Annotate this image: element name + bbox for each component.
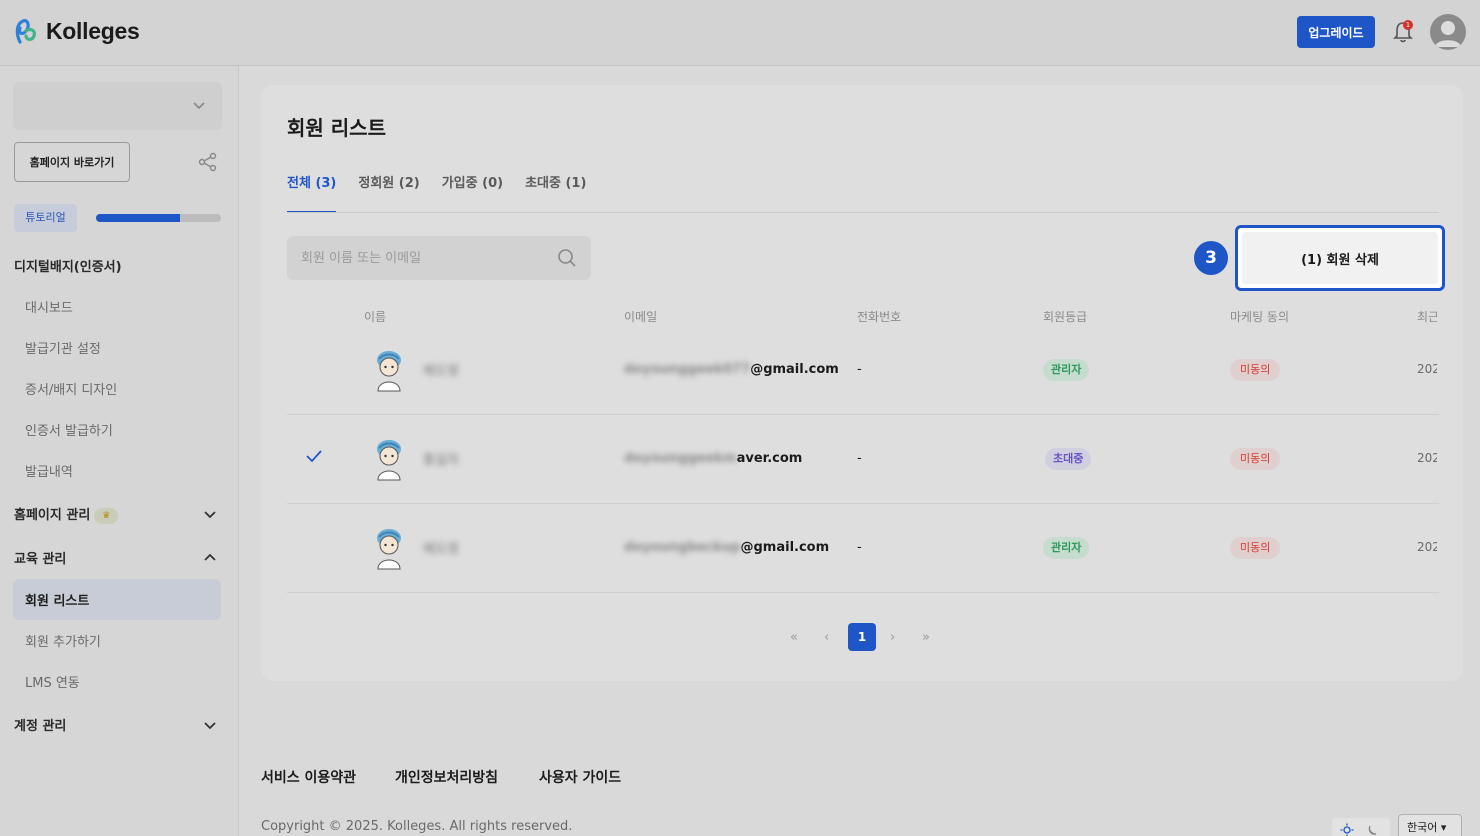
member-name: 배도영 [423,364,459,379]
checkmark-icon[interactable] [306,449,322,463]
column-header-role[interactable]: 회원등급 [1043,308,1087,325]
app-logo[interactable]: Kolleges [14,16,140,46]
tutorial-progress-bar [96,214,221,222]
chevron-down-icon[interactable] [202,506,218,522]
nav-section-homepage[interactable]: 홈페이지 관리 ♛ [14,504,119,524]
recent-date: 202 [1417,362,1437,376]
search-icon[interactable] [557,248,577,268]
nav-item-issue-certificate[interactable]: 인증서 발급하기 [25,420,113,439]
nav-section-education[interactable]: 교육 관리 [14,548,66,567]
chevron-down-icon [193,102,205,110]
footer-privacy-link[interactable]: 개인정보처리방침 [395,767,498,787]
member-avatar [377,351,401,392]
search-input[interactable] [301,248,541,268]
member-name: 홍길자 [423,453,459,468]
email-domain: @gmail.com [740,540,830,555]
role-badge: 관리자 [1043,537,1090,559]
nav-item-member-list[interactable]: 회원 리스트 [25,590,89,609]
member-avatar [377,440,401,481]
column-header-email[interactable]: 이메일 [624,308,657,325]
language-value: 한국어 [1407,821,1438,834]
nav-item-add-member[interactable]: 회원 추가하기 [25,631,101,650]
email-masked: doyoungbeckup [624,540,741,555]
nav-section-account[interactable]: 계정 관리 [14,715,66,734]
member-phone: - [857,540,862,555]
share-icon[interactable] [198,152,218,172]
member-phone: - [857,451,862,466]
page-title: 회원 리스트 [287,116,386,140]
nav-section-homepage-label: 홈페이지 관리 [14,508,91,523]
chevron-up-icon[interactable] [202,549,218,565]
app-name: Kolleges [46,17,140,44]
nav-section-digital-badge[interactable]: 디지털배지(인증서) [14,256,122,275]
member-avatar [377,529,401,570]
user-avatar[interactable] [1430,14,1466,50]
tab-joining[interactable]: 가입중 (0) [442,172,503,213]
nav-item-dashboard[interactable]: 대시보드 [25,297,73,316]
email-masked: doyounggeekm [624,451,737,466]
column-header-name[interactable]: 이름 [364,308,386,325]
member-search [287,236,591,280]
email-masked: doyounggeek077 [624,362,751,377]
recent-date: 202 [1417,540,1437,554]
top-header: Kolleges 업그레이드 1 [0,0,1480,66]
sun-icon[interactable] [1340,823,1354,836]
tab-invited[interactable]: 초대중 (1) [525,172,586,213]
role-badge: 초대중 [1045,448,1092,470]
recent-date: 202 [1417,451,1437,465]
first-page-button[interactable]: « [790,630,798,645]
nav-item-lms-integration[interactable]: LMS 연동 [25,672,80,691]
step-badge: 3 [1194,241,1228,275]
copyright-text: Copyright © 2025. Kolleges. All rights r… [261,819,573,834]
email-domain: @gmail.com [750,362,839,377]
email-domain: aver.com [736,451,803,466]
chevron-down-icon[interactable] [202,717,218,733]
footer-terms-link[interactable]: 서비스 이용약관 [261,767,356,787]
column-header-phone[interactable]: 전화번호 [857,308,901,325]
column-header-recent[interactable]: 최근 [1417,308,1437,325]
last-page-button[interactable]: » [922,630,930,645]
logo-mark-icon [15,19,36,44]
tab-regular[interactable]: 정회원 (2) [358,172,419,213]
current-page-button[interactable]: 1 [848,623,876,651]
nav-item-certificate-design[interactable]: 증서/배지 디자인 [25,379,117,398]
tabs-divider [287,212,1439,213]
notification-badge: 1 [1403,20,1413,30]
language-select[interactable]: 한국어 ▾ [1398,814,1462,836]
footer-guide-link[interactable]: 사용자 가이드 [539,767,621,787]
member-email: doyounggeekmaver.com [624,451,802,466]
marketing-badge: 미동의 [1230,448,1281,470]
tutorial-chip[interactable]: 튜토리얼 [14,204,77,232]
member-phone: - [857,362,862,377]
homepage-shortcut-button[interactable]: 홈페이지 바로가기 [14,142,130,182]
tab-all[interactable]: 전체 (3) [287,172,337,213]
member-name: 배도영 [423,542,459,557]
nav-item-issuer-settings[interactable]: 발급기관 설정 [25,338,101,357]
workspace-select[interactable] [13,82,222,130]
upgrade-button[interactable]: 업그레이드 [1297,16,1375,48]
user-silhouette-icon [1435,21,1461,47]
marketing-badge: 미동의 [1230,537,1281,559]
tutorial-progress-fill [96,214,180,222]
row-divider [287,592,1439,593]
theme-toggle[interactable] [1332,818,1390,836]
member-tabs: 전체 (3) 정회원 (2) 가입중 (0) 초대중 (1) [287,172,586,213]
member-email: doyoungbeckup@gmail.com [624,540,829,555]
delete-member-button[interactable]: (1) 회원 삭제 [1242,232,1438,284]
role-badge: 관리자 [1043,359,1090,381]
nav-item-issue-history[interactable]: 발급내역 [25,461,73,480]
column-header-marketing[interactable]: 마케팅 동의 [1230,308,1289,325]
crown-icon: ♛ [94,507,119,524]
member-email: doyounggeek077@gmail.com [624,362,839,377]
next-page-button[interactable]: › [890,630,895,645]
caret-down-icon: ▾ [1440,821,1447,834]
prev-page-button[interactable]: ‹ [824,630,829,645]
moon-icon[interactable] [1366,823,1380,836]
marketing-badge: 미동의 [1230,359,1281,381]
